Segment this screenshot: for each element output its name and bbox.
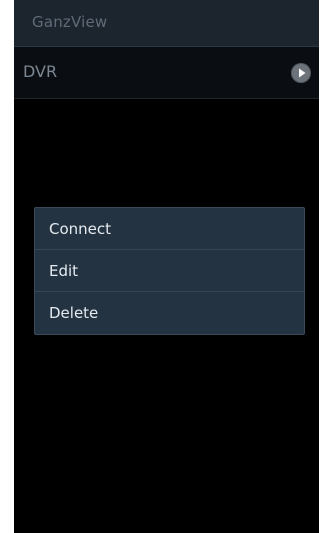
device-list-item[interactable]: DVR xyxy=(14,47,319,99)
device-name: DVR xyxy=(23,62,58,81)
edit-menu-item[interactable]: Edit xyxy=(35,250,304,292)
delete-menu-item[interactable]: Delete xyxy=(35,292,304,334)
connect-menu-item[interactable]: Connect xyxy=(35,208,304,250)
app-screen: GanzView DVR Connect Edit Delete xyxy=(14,0,319,533)
app-title: GanzView xyxy=(32,13,108,31)
context-menu: Connect Edit Delete xyxy=(34,207,305,335)
title-bar: GanzView xyxy=(14,0,319,47)
play-circle-icon[interactable] xyxy=(291,63,311,83)
